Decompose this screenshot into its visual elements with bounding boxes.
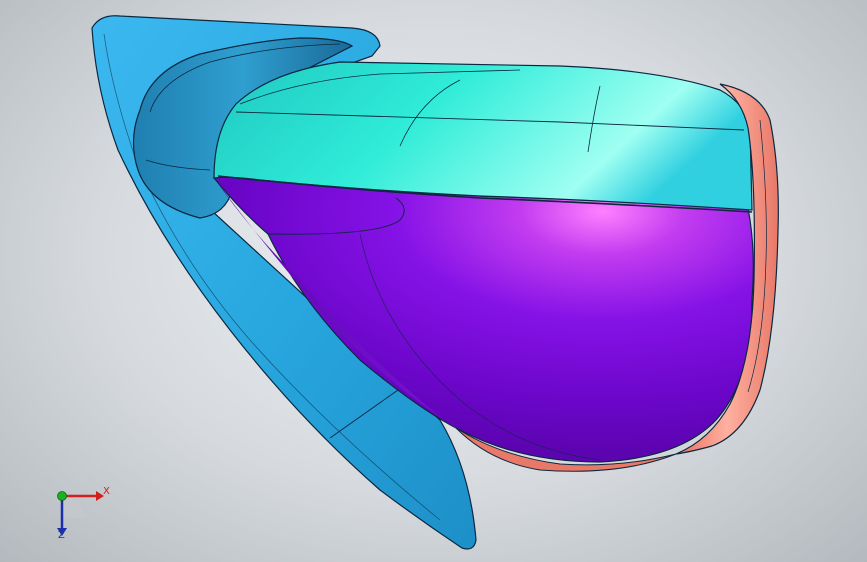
x-axis-label: X <box>103 486 110 497</box>
coordinate-triad: X Z <box>40 478 120 548</box>
mirror-housing-model[interactable] <box>0 0 867 562</box>
graphics-viewport[interactable]: X Z <box>0 0 867 562</box>
z-axis-label: Z <box>58 530 65 541</box>
